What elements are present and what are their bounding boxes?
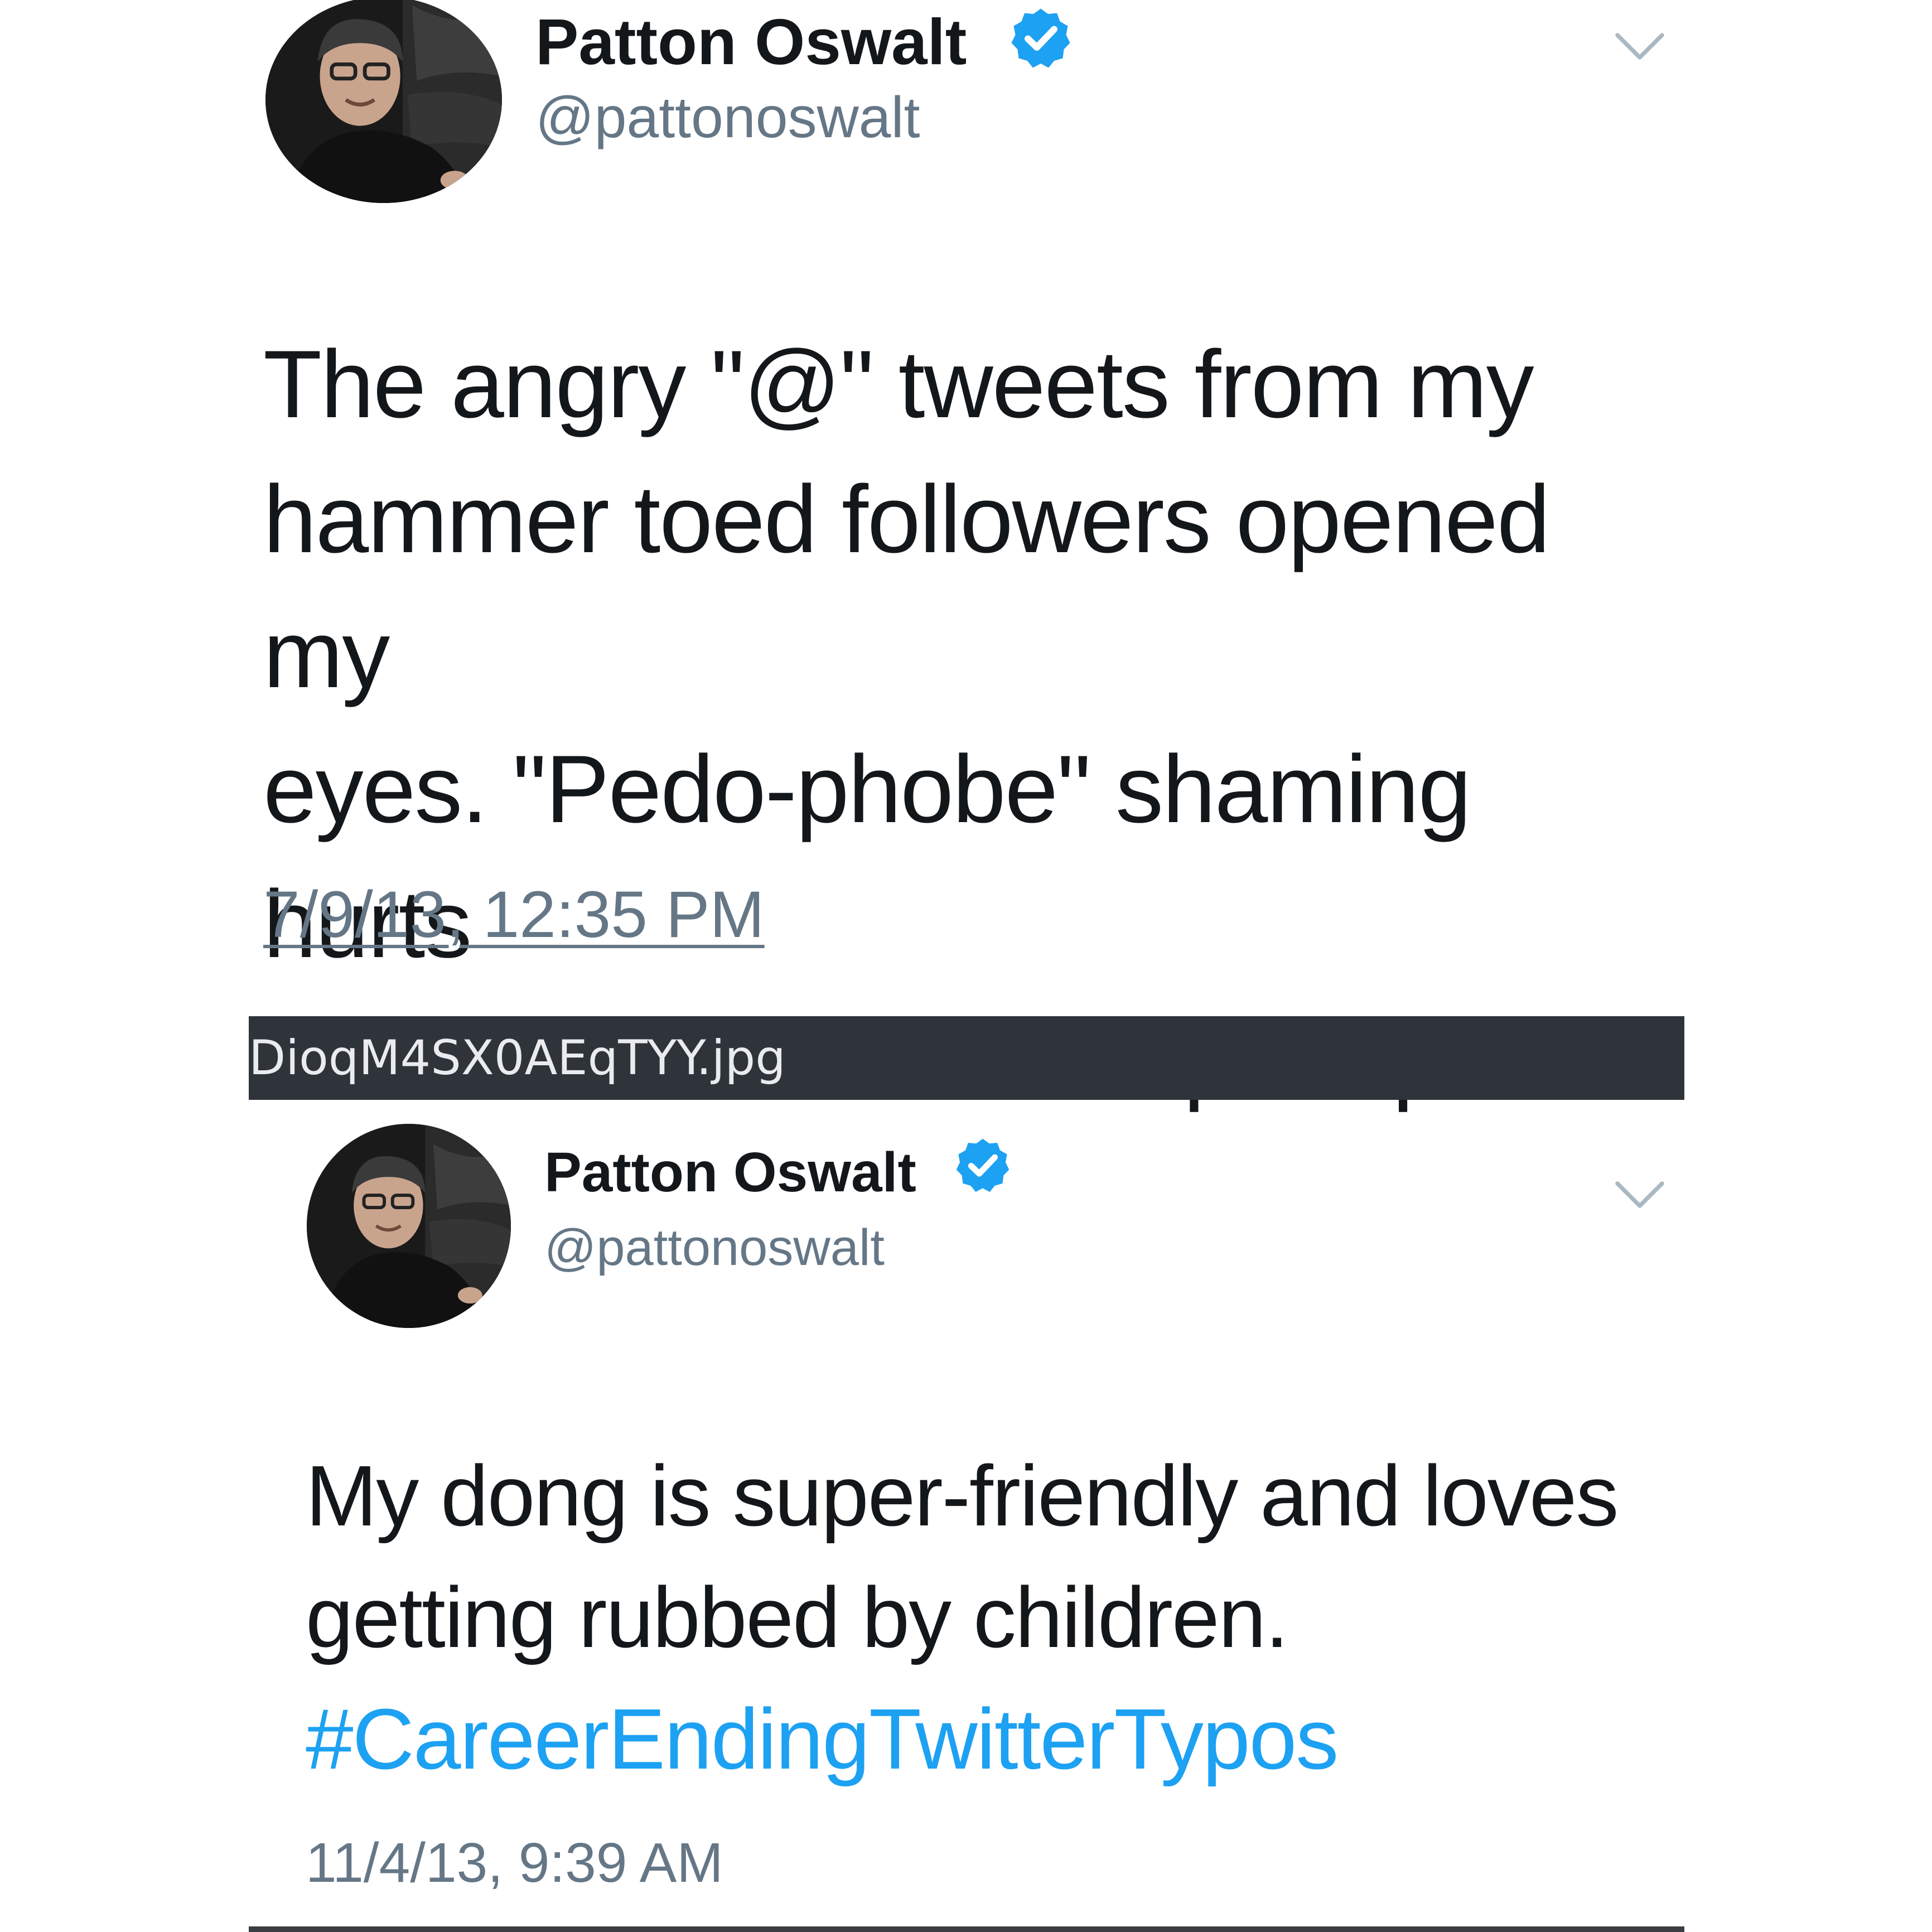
verified-badge-icon [1011, 8, 1070, 68]
divider [249, 1926, 1684, 1932]
filename-bar: DioqM4SX0AEqTYY.jpg [249, 1016, 1684, 1100]
verified-badge-icon [956, 1138, 1010, 1192]
avatar-photo [307, 1124, 511, 1328]
tweet-timestamp[interactable]: 7/9/13, 12:35 PM [263, 877, 765, 953]
tweet-timestamp[interactable]: 11/4/13, 9:39 AM [306, 1831, 723, 1895]
avatar-photo [265, 0, 502, 203]
author-handle[interactable]: @pattonoswalt [535, 85, 920, 151]
tweet-card: Patton Oswalt @pattonoswalt The angry "@… [0, 0, 1932, 1113]
tweet-text-content: The angry "@" tweets from my hammer toed… [263, 331, 1616, 1113]
tweet-card: Patton Oswalt @pattonoswalt My dong is s… [0, 1102, 1932, 1932]
author-avatar[interactable] [307, 1124, 511, 1328]
filename-label: DioqM4SX0AEqTYY.jpg [249, 1030, 786, 1086]
tweet-text: The angry "@" tweets from my hammer toed… [263, 317, 1691, 1127]
author-handle[interactable]: @pattonoswalt [544, 1219, 885, 1277]
chevron-down-icon[interactable] [1612, 1175, 1668, 1214]
tweet-text-content: My dong is super-friendly and loves gett… [306, 1448, 1619, 1665]
author-avatar[interactable] [265, 0, 502, 203]
chevron-down-icon[interactable] [1612, 27, 1668, 66]
hashtag-link[interactable]: #CareerEndingTwitterTypos [306, 1678, 1678, 1800]
author-name[interactable]: Patton Oswalt [535, 4, 967, 79]
author-name[interactable]: Patton Oswalt [544, 1141, 916, 1205]
tweet-text: My dong is super-friendly and loves gett… [306, 1435, 1678, 1800]
